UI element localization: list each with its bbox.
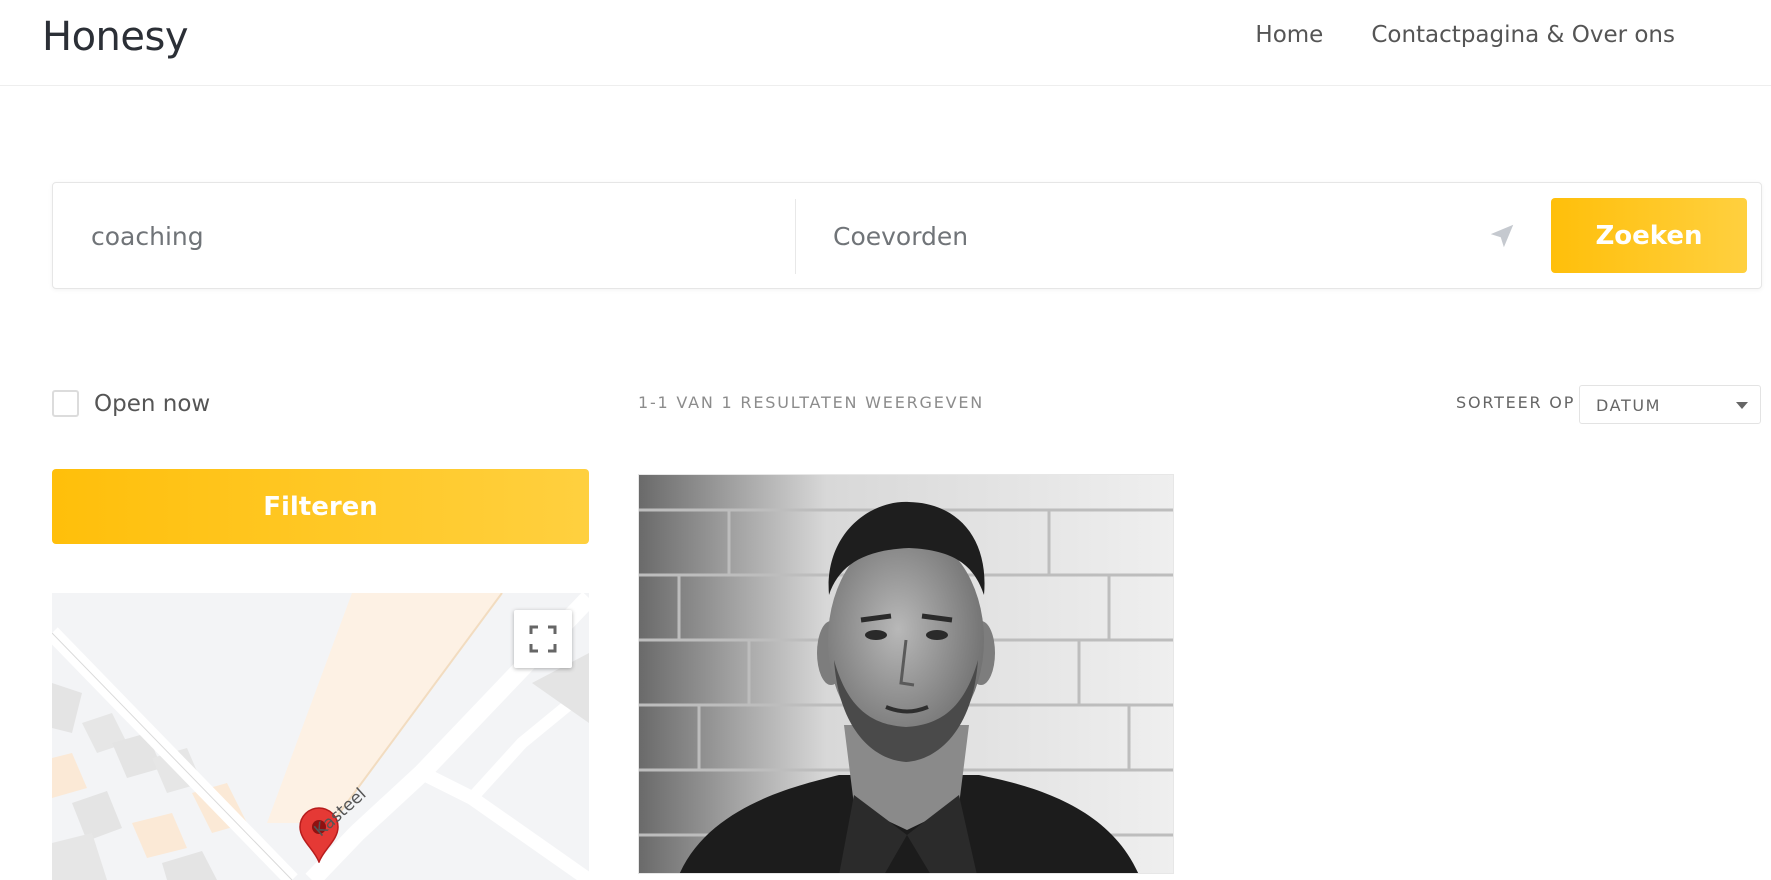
search-button[interactable]: Zoeken <box>1551 198 1747 273</box>
listing-card[interactable] <box>638 474 1174 874</box>
fullscreen-button[interactable] <box>514 610 572 668</box>
search-divider <box>795 199 796 274</box>
nav-link-contact[interactable]: Contactpagina & Over ons <box>1371 22 1675 48</box>
nav-link-home[interactable]: Home <box>1255 22 1323 48</box>
keyword-input[interactable] <box>91 199 781 274</box>
listing-photo[interactable] <box>639 475 1174 874</box>
sort-selected-value: DATUM <box>1596 396 1662 415</box>
fullscreen-icon <box>529 625 557 653</box>
map[interactable]: Kasteel <box>52 593 589 880</box>
sort-label: SORTEER OP <box>1456 393 1576 412</box>
site-header: Honesy Home Contactpagina & Over ons <box>0 0 1771 86</box>
filter-button[interactable]: Filteren <box>52 469 589 544</box>
open-now-filter[interactable]: Open now <box>52 390 210 417</box>
location-input[interactable] <box>833 199 1513 274</box>
open-now-label: Open now <box>94 390 211 417</box>
results-count: 1-1 VAN 1 RESULTATEN WEERGEVEN <box>638 393 985 412</box>
main-nav: Home Contactpagina & Over ons <box>1255 22 1675 48</box>
chevron-down-icon <box>1736 402 1748 409</box>
location-arrow-icon[interactable] <box>1487 221 1517 251</box>
search-bar: Zoeken <box>52 182 1762 289</box>
sort-select[interactable]: DATUM <box>1579 385 1761 424</box>
site-logo[interactable]: Honesy <box>42 14 189 60</box>
open-now-checkbox[interactable] <box>52 390 79 417</box>
